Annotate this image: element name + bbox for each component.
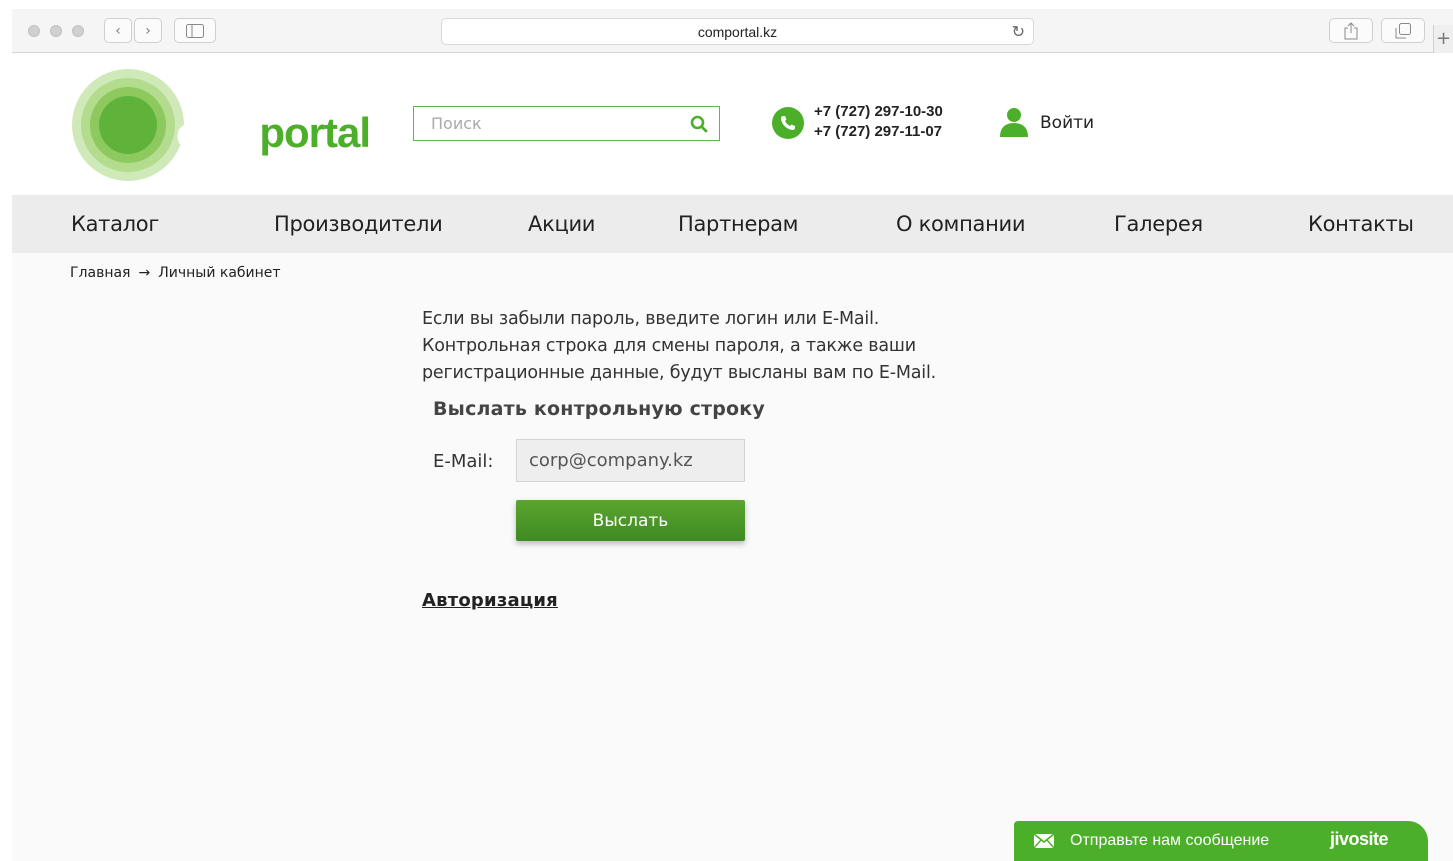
search-button[interactable] (679, 107, 719, 140)
sidebar-icon (186, 23, 204, 38)
info-line: Контрольная строка для смены пароля, а т… (422, 336, 916, 356)
nav-item-about[interactable]: О компании (896, 212, 1026, 236)
search-input[interactable] (414, 107, 679, 140)
logo[interactable]: comportal (72, 69, 371, 181)
chat-message[interactable]: Отправьте нам сообщение (1034, 832, 1269, 850)
share-icon (1344, 21, 1358, 39)
zoom-window-button[interactable] (72, 25, 84, 37)
share-button[interactable] (1329, 18, 1373, 43)
authorization-link[interactable]: Авторизация (422, 590, 558, 611)
forgot-password-info: Если вы забыли пароль, введите логин или… (422, 306, 982, 387)
chevron-left-icon: ‹ (115, 22, 121, 39)
form-subtitle: Выслать контрольную строку (433, 398, 765, 420)
nav-item-contacts[interactable]: Контакты (1308, 212, 1414, 236)
new-tab-button[interactable]: + (1433, 25, 1453, 53)
jivosite-logo: jivosite (1330, 829, 1389, 849)
logo-rings-icon (72, 69, 184, 181)
nav-item-catalog[interactable]: Каталог (71, 212, 159, 236)
chevron-right-icon: › (145, 22, 151, 39)
phone-icon (772, 107, 804, 139)
breadcrumb-current: Личный кабинет (158, 265, 281, 281)
chat-widget[interactable]: Отправьте нам сообщение jivosite (1014, 821, 1428, 861)
chat-message-text: Отправьте нам сообщение (1070, 832, 1270, 849)
sidebar-toggle-button[interactable] (174, 18, 216, 43)
phone-number-1[interactable]: +7 (727) 297-10-30 (814, 102, 943, 122)
page: comportal +7 (727) 297-10-30 +7 (727) 29… (12, 53, 1453, 861)
nav-item-gallery[interactable]: Галерея (1114, 212, 1203, 236)
arrow-right-icon: → (138, 265, 151, 281)
reload-icon[interactable]: ↻ (1012, 22, 1025, 42)
user-icon[interactable] (1000, 107, 1028, 137)
login-link[interactable]: Войти (1040, 113, 1094, 133)
send-button[interactable]: Выслать (516, 500, 745, 541)
tabs-icon (1395, 22, 1411, 38)
browser-toolbar: ‹ › comportal.kz ↻ + (12, 9, 1453, 53)
email-field[interactable] (516, 439, 745, 482)
nav-item-promotions[interactable]: Акции (528, 212, 595, 236)
close-window-button[interactable] (28, 25, 40, 37)
logo-text: comportal (176, 109, 371, 156)
nav-item-manufacturers[interactable]: Производители (274, 212, 443, 236)
search-box (413, 106, 720, 141)
site-header: comportal +7 (727) 297-10-30 +7 (727) 29… (12, 53, 1453, 195)
nav-item-partners[interactable]: Партнерам (678, 212, 799, 236)
envelope-icon (1034, 834, 1054, 848)
forward-button[interactable]: › (134, 18, 162, 43)
info-line: Если вы забыли пароль, введите логин или… (422, 309, 880, 329)
main-nav: Каталог Производители Акции Партнерам О … (12, 195, 1453, 253)
tabs-button[interactable] (1381, 18, 1425, 43)
address-bar[interactable]: comportal.kz ↻ (441, 18, 1034, 45)
phone-number-2[interactable]: +7 (727) 297-11-07 (814, 122, 943, 142)
breadcrumb-home[interactable]: Главная (70, 265, 130, 281)
search-icon (690, 115, 708, 132)
phone-numbers: +7 (727) 297-10-30 +7 (727) 297-11-07 (814, 102, 943, 142)
info-line: регистрационные данные, будут высланы ва… (422, 363, 936, 383)
back-button[interactable]: ‹ (104, 18, 132, 43)
minimize-window-button[interactable] (50, 25, 62, 37)
address-url: comportal.kz (697, 23, 778, 40)
email-label: E-Mail: (433, 451, 494, 472)
breadcrumb: Главная → Личный кабинет (70, 265, 281, 281)
